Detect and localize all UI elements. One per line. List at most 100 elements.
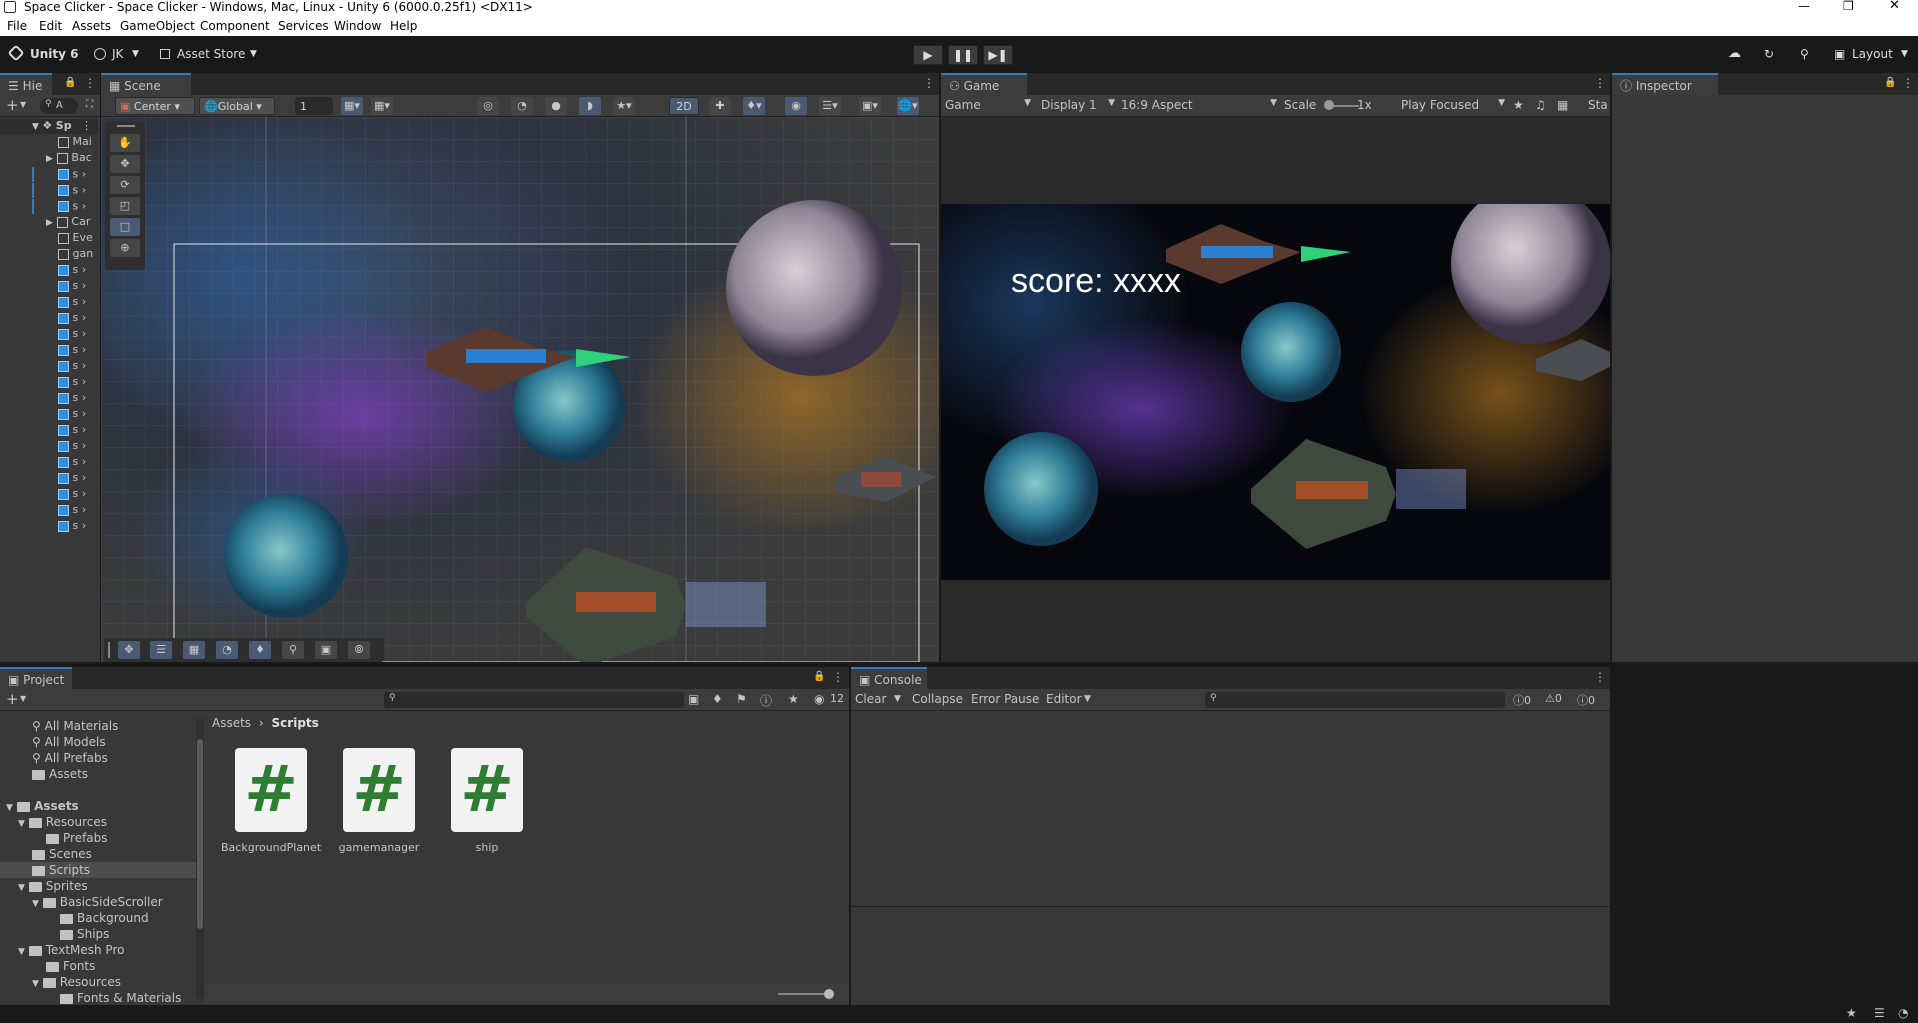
step-button[interactable]: ▶❚ bbox=[983, 45, 1013, 65]
expand-arrow-icon[interactable]: ▶ bbox=[46, 154, 53, 164]
hand-tool-icon[interactable]: ✋ bbox=[110, 134, 140, 152]
maximize-icon[interactable]: ❐ bbox=[1843, 0, 1854, 12]
tab-scene[interactable]: ▦ Scene bbox=[101, 73, 191, 95]
error-pause-button[interactable]: Error Pause bbox=[971, 692, 1039, 706]
play-button[interactable]: ▶ bbox=[913, 45, 943, 65]
unity-version-label[interactable]: Unity 6 bbox=[30, 44, 79, 64]
list-item[interactable]: s › bbox=[0, 487, 98, 502]
list-item[interactable]: Mai bbox=[0, 135, 98, 150]
list-item[interactable]: s › bbox=[0, 279, 98, 294]
tree-item[interactable]: ▼ Resources bbox=[18, 814, 107, 830]
tree-item[interactable]: ▼ TextMesh Pro bbox=[18, 942, 124, 958]
tab-project[interactable]: ▣ Project bbox=[0, 667, 72, 689]
error-count-toggle[interactable]: ⓘ0 bbox=[1577, 692, 1595, 708]
pause-button[interactable]: ❚❚ bbox=[948, 45, 978, 65]
search-options-icon[interactable]: ⛶ bbox=[86, 99, 93, 110]
lock-icon[interactable]: 🔒 bbox=[1884, 77, 1896, 88]
list-item[interactable]: s › bbox=[0, 455, 98, 470]
scene-root-row[interactable]: ▼ ❖ Sp ⋮ bbox=[0, 119, 98, 134]
cache-status-icon[interactable]: ☰ bbox=[1874, 1006, 1885, 1020]
tree-item[interactable]: ▼ BasicSideScroller bbox=[32, 894, 163, 910]
expand-arrow-icon[interactable]: ▼ bbox=[18, 883, 25, 893]
menu-component[interactable]: Component bbox=[200, 19, 270, 33]
list-item[interactable]: ▶ Bac bbox=[0, 151, 98, 166]
shading-icon[interactable]: ◔ bbox=[216, 641, 238, 659]
snap-settings-icon[interactable]: ▦▾ bbox=[371, 97, 393, 115]
tree-item-selected[interactable]: Scripts bbox=[0, 862, 196, 878]
overlay-grip-icon[interactable] bbox=[108, 642, 110, 658]
scale-slider-handle[interactable] bbox=[1324, 100, 1334, 110]
asset-store-button[interactable]: Asset Store bbox=[177, 44, 245, 64]
layers-icon[interactable]: ☰▾ bbox=[819, 97, 841, 115]
rect-tool-icon[interactable]: □ bbox=[110, 218, 140, 236]
wireframe-shading-icon[interactable]: ◔ bbox=[511, 97, 533, 115]
warning-count-toggle[interactable]: ⚠0 bbox=[1545, 692, 1562, 705]
search-icon[interactable]: ⚲ bbox=[1800, 44, 1809, 64]
search-by-label-icon[interactable]: ♦ bbox=[712, 692, 723, 706]
favorite-star-icon[interactable]: ★ bbox=[788, 692, 799, 706]
list-item[interactable]: s › bbox=[0, 295, 98, 310]
layout-chevron-icon[interactable]: ▼ bbox=[1901, 44, 1908, 64]
pivot-dropdown[interactable]: ▣ Center ▾ bbox=[115, 97, 195, 115]
log-count-toggle[interactable]: ⓘ0 bbox=[1513, 692, 1531, 708]
expand-arrow-icon[interactable]: ▼ bbox=[32, 979, 39, 989]
rotate-tool-icon[interactable]: ⟳ bbox=[110, 176, 140, 194]
menu-edit[interactable]: Edit bbox=[39, 19, 62, 33]
move-tool-icon[interactable]: ✥ bbox=[118, 641, 140, 659]
list-item[interactable]: s › bbox=[0, 503, 98, 518]
tab-console[interactable]: ▣ Console bbox=[851, 667, 927, 689]
kebab-menu-icon[interactable]: ⋮ bbox=[1902, 76, 1914, 90]
clear-button[interactable]: Clear bbox=[855, 692, 886, 706]
tree-item[interactable]: Background bbox=[60, 910, 149, 926]
grid-visibility-icon[interactable]: ▦▾ bbox=[341, 97, 363, 115]
kebab-menu-icon[interactable]: ⋮ bbox=[832, 670, 844, 684]
tree-item[interactable]: Ships bbox=[60, 926, 109, 942]
orientation-gizmo-icon[interactable]: ◎ bbox=[477, 97, 499, 115]
scale-tool-icon[interactable]: ◰ bbox=[110, 197, 140, 215]
search-by-type-icon[interactable]: ▣ bbox=[688, 692, 699, 706]
audio-fx-icon[interactable]: ♦▾ bbox=[743, 97, 765, 115]
grid-icon[interactable]: ▦ bbox=[183, 641, 205, 659]
tree-item[interactable]: ▼ Sprites bbox=[18, 878, 88, 894]
list-item[interactable]: s › bbox=[0, 343, 98, 358]
lighting-toggle-icon[interactable]: ✚ bbox=[709, 97, 731, 115]
project-search-input[interactable] bbox=[384, 692, 684, 708]
tag-icon[interactable]: ⚑ bbox=[736, 692, 747, 706]
icon-size-slider[interactable] bbox=[778, 993, 828, 995]
kebab-menu-icon[interactable]: ⋮ bbox=[84, 76, 96, 90]
add-chevron-icon[interactable]: ▼ bbox=[20, 694, 26, 703]
aspect-dropdown[interactable]: 16:9 Aspect ▼ bbox=[1121, 98, 1277, 112]
list-item[interactable]: s › bbox=[0, 439, 98, 454]
gizmos-icon[interactable]: 🌐▾ bbox=[897, 97, 919, 115]
list-item[interactable]: s › bbox=[0, 407, 98, 422]
history-icon[interactable]: ↻ bbox=[1764, 44, 1774, 64]
display-dropdown[interactable]: Display 1 ▼ bbox=[1041, 98, 1115, 112]
list-item[interactable]: s › bbox=[0, 183, 98, 198]
list-item[interactable]: s › bbox=[0, 359, 98, 374]
script-file-icon[interactable]: # bbox=[451, 748, 523, 832]
list-item[interactable]: s › bbox=[0, 199, 98, 214]
camera-icon[interactable]: ▣ bbox=[315, 641, 337, 659]
editor-dropdown[interactable]: Editor bbox=[1046, 692, 1082, 706]
scene-viewport[interactable]: ✋ ✥ ⟳ ◰ □ ⊕ ✥ ☰ ▦ ◔ ♦ ⚲ ▣ ⦾ bbox=[101, 117, 939, 662]
sprite-editor-icon[interactable]: ☰ bbox=[150, 641, 172, 659]
kebab-menu-icon[interactable]: ⋮ bbox=[923, 76, 935, 90]
menu-file[interactable]: File bbox=[7, 19, 27, 33]
lighting-shading-icon[interactable]: ◗ bbox=[579, 97, 601, 115]
expand-arrow-icon[interactable]: ▶ bbox=[46, 218, 53, 228]
eye-icon[interactable]: ◉ bbox=[814, 692, 824, 706]
breadcrumb-scripts[interactable]: Scripts bbox=[272, 716, 319, 730]
list-item[interactable]: s › bbox=[0, 375, 98, 390]
play-mode-dropdown[interactable]: Play Focused ▼ bbox=[1401, 98, 1505, 112]
favorite-item[interactable]: ⚲ All Models bbox=[32, 734, 106, 750]
layout-dropdown[interactable]: Layout bbox=[1852, 44, 1893, 64]
lock-icon[interactable]: 🔒 bbox=[64, 77, 76, 88]
camera-settings-icon[interactable]: ▣▾ bbox=[859, 97, 881, 115]
icon-size-slider-handle[interactable] bbox=[824, 989, 834, 999]
stats-toggle[interactable]: Sta bbox=[1588, 98, 1608, 112]
console-log-area[interactable] bbox=[851, 711, 1610, 907]
cloud-icon[interactable]: ☁ bbox=[1728, 44, 1741, 64]
tab-hierarchy[interactable]: ☰ Hie bbox=[0, 73, 52, 95]
kebab-menu-icon[interactable]: ⋮ bbox=[1594, 670, 1606, 684]
account-dropdown[interactable]: JK bbox=[112, 44, 123, 64]
